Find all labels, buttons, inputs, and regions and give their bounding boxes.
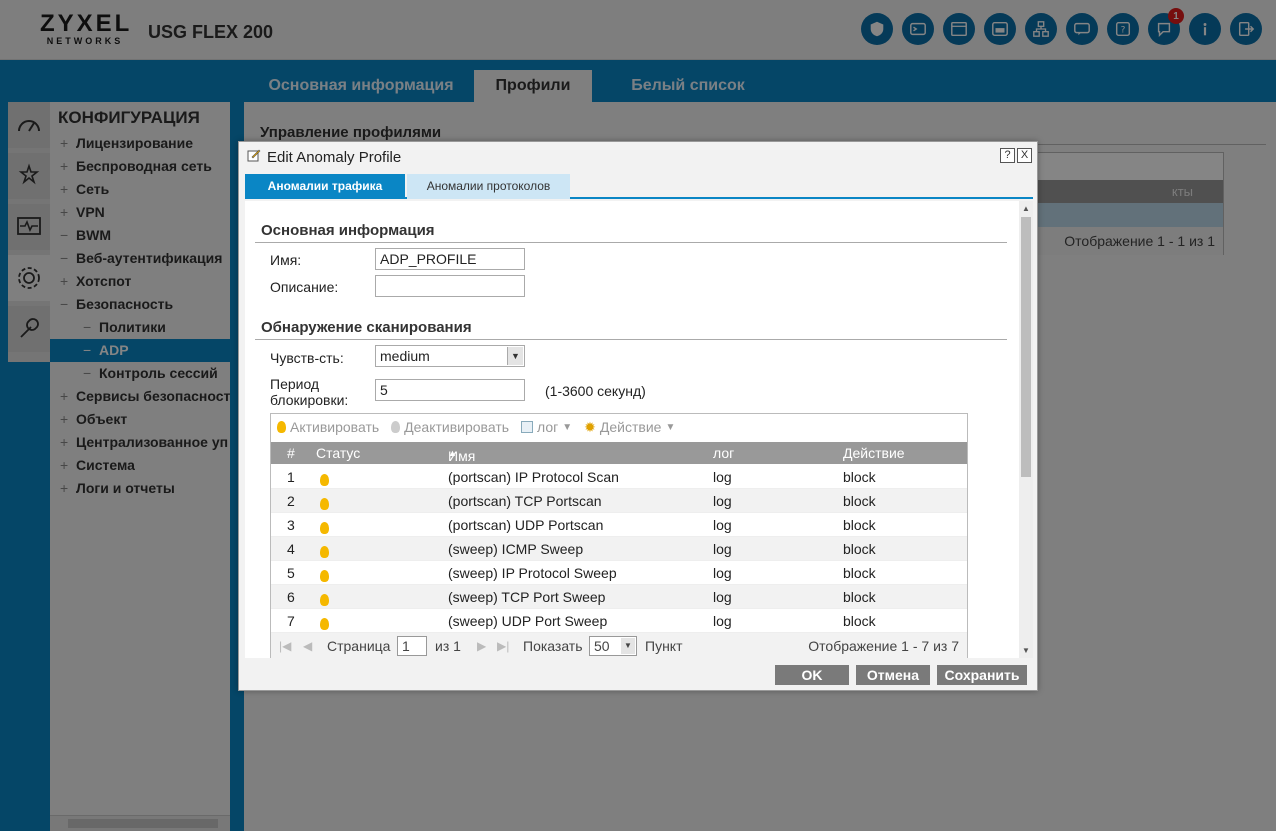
- scan-detection-divider: [255, 339, 1007, 340]
- caret-down-icon: ▼: [562, 421, 573, 433]
- status-bulb-icon: [320, 498, 329, 510]
- table-row[interactable]: 1 (portscan) IP Protocol Scan log block: [271, 465, 967, 489]
- table-row[interactable]: 7 (sweep) UDP Port Sweep log block: [271, 609, 967, 633]
- basic-info-divider: [255, 242, 1007, 243]
- status-bulb-icon: [320, 522, 329, 534]
- col-num[interactable]: #: [287, 445, 295, 461]
- scan-rules-toolbar: Активировать Деактивировать лог ▼ ✹ Действ…: [271, 414, 967, 440]
- table-row[interactable]: 4 (sweep) ICMP Sweep log block: [271, 537, 967, 561]
- display-count: Отображение 1 - 7 из 7: [808, 638, 959, 654]
- edit-anomaly-profile-dialog: Edit Anomaly Profile ? X Аномалии трафик…: [238, 141, 1038, 691]
- block-period-label: Период блокировки:: [270, 376, 349, 408]
- dialog-title-text: Edit Anomaly Profile: [267, 148, 402, 166]
- log-menu-button[interactable]: лог ▼: [521, 419, 572, 435]
- col-action[interactable]: Действие: [843, 445, 905, 461]
- save-button[interactable]: Сохранить: [937, 665, 1027, 685]
- name-label: Имя:: [270, 252, 302, 268]
- next-page-icon[interactable]: ▶: [477, 639, 486, 653]
- scroll-down-icon[interactable]: ▼: [1022, 646, 1030, 655]
- chevron-down-icon: ▼: [621, 638, 635, 654]
- scan-rules-table: Активировать Деактивировать лог ▼ ✹ Действ…: [270, 413, 968, 658]
- edit-icon: [247, 148, 261, 166]
- bulb-on-icon: [277, 421, 286, 433]
- table-row[interactable]: 6 (sweep) TCP Port Sweep log block: [271, 585, 967, 609]
- table-row[interactable]: 2 (portscan) TCP Portscan log block: [271, 489, 967, 513]
- page-size-select[interactable]: 50 ▼: [589, 636, 637, 656]
- scan-rules-header: # Статус Имя ▲ лог Действие: [271, 442, 967, 464]
- sort-asc-icon: ▲: [448, 448, 457, 458]
- action-menu-button[interactable]: ✹ Действие ▼: [584, 419, 675, 436]
- prev-page-icon[interactable]: ◀: [303, 639, 312, 653]
- dialog-vertical-scrollbar[interactable]: ▲ ▼: [1019, 201, 1033, 658]
- scroll-up-icon[interactable]: ▲: [1022, 204, 1030, 213]
- block-period-input[interactable]: 5: [375, 379, 525, 401]
- status-bulb-icon: [320, 618, 329, 630]
- first-page-icon[interactable]: |◀: [279, 639, 291, 653]
- page-total-label: из 1: [435, 638, 461, 654]
- description-label: Описание:: [270, 279, 339, 295]
- dialog-title: Edit Anomaly Profile: [247, 148, 401, 166]
- col-status[interactable]: Статус: [316, 445, 360, 461]
- caret-down-icon: ▼: [665, 421, 676, 433]
- item-label: Пункт: [645, 638, 683, 654]
- activate-button[interactable]: Активировать: [277, 419, 379, 435]
- basic-info-heading: Основная информация: [261, 222, 435, 239]
- page-number-input[interactable]: 1: [397, 636, 427, 656]
- sensitivity-value: medium: [380, 348, 430, 364]
- table-row[interactable]: 3 (portscan) UDP Portscan log block: [271, 513, 967, 537]
- block-period-hint: (1-3600 секунд): [545, 383, 646, 399]
- status-bulb-icon: [320, 474, 329, 486]
- table-row[interactable]: 5 (sweep) IP Protocol Sweep log block: [271, 561, 967, 585]
- dialog-content: Основная информация Имя: ADP_PROFILE Опи…: [245, 201, 1033, 658]
- deactivate-button[interactable]: Деактивировать: [391, 419, 509, 435]
- cancel-button[interactable]: Отмена: [856, 665, 930, 685]
- ok-button[interactable]: OK: [775, 665, 849, 685]
- scan-rules-pager: |◀ ◀ Страница 1 из 1 ▶ ▶| Показать 50 ▼ П…: [271, 633, 967, 658]
- tab-protocol-anomalies[interactable]: Аномалии протоколов: [407, 174, 570, 199]
- description-input[interactable]: [375, 275, 525, 297]
- status-bulb-icon: [320, 546, 329, 558]
- name-input[interactable]: ADP_PROFILE: [375, 248, 525, 270]
- dialog-tabs: Аномалии трафика Аномалии протоколов: [245, 174, 1033, 199]
- scan-detection-heading: Обнаружение сканирования: [261, 319, 472, 336]
- sensitivity-label: Чувств-сть:: [270, 350, 344, 366]
- dialog-scroll-thumb[interactable]: [1021, 217, 1031, 477]
- page-label: Страница: [327, 638, 391, 654]
- status-bulb-icon: [320, 570, 329, 582]
- dialog-help-button[interactable]: ?: [1000, 148, 1015, 163]
- gear-icon: ✹: [584, 418, 596, 435]
- dialog-close-button[interactable]: X: [1017, 148, 1032, 163]
- show-label: Показать: [523, 638, 583, 654]
- sensitivity-select[interactable]: medium ▼: [375, 345, 525, 367]
- dialog-title-buttons: ? X: [1000, 148, 1032, 163]
- chevron-down-icon: ▼: [507, 347, 523, 365]
- col-log[interactable]: лог: [713, 445, 734, 461]
- bulb-off-icon: [391, 421, 401, 433]
- last-page-icon[interactable]: ▶|: [497, 639, 509, 653]
- status-bulb-icon: [320, 594, 329, 606]
- tab-traffic-anomalies[interactable]: Аномалии трафика: [245, 174, 405, 199]
- log-icon: [521, 421, 534, 433]
